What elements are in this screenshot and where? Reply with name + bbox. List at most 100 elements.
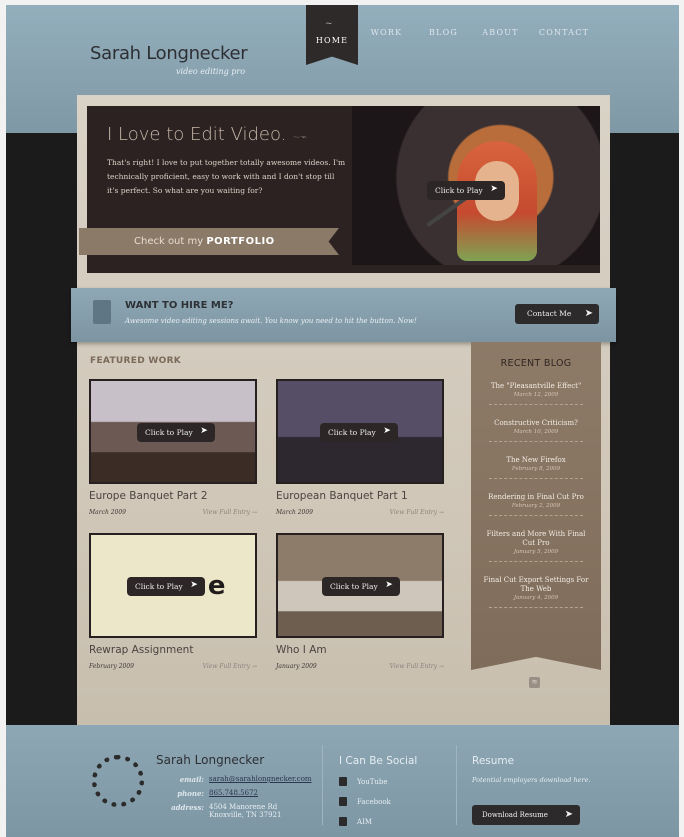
download-label: Download Resume xyxy=(482,811,548,819)
play-button[interactable]: Click to Play ➤ xyxy=(322,577,400,596)
footer: Sarah Longnecker email: sarah@sarahlongne… xyxy=(6,725,679,837)
blog-item-title[interactable]: The New Firefox xyxy=(481,456,591,465)
divider xyxy=(489,441,583,443)
footer-email-row: email: sarah@sarahlongnecker.com xyxy=(156,775,312,784)
portfolio-button[interactable]: Check out my PORTFOLIO xyxy=(79,228,339,255)
footer-address-row: address: 4504 Manorene Rd Knoxville, TN 37… xyxy=(156,803,281,819)
social-aim[interactable]: AIM xyxy=(339,817,372,826)
work-title[interactable]: European Banquet Part 1 xyxy=(276,490,444,502)
work-date: March 2009 xyxy=(276,509,313,516)
play-button[interactable]: Click to Play ➤ xyxy=(127,577,205,596)
work-title[interactable]: Europe Banquet Part 2 xyxy=(89,490,257,502)
blog-title: RECENT BLOG xyxy=(500,358,572,369)
rss-icon[interactable]: ≋ xyxy=(529,677,540,688)
work-meta: February 2009 View Full Entry → xyxy=(89,663,257,670)
arrow-icon: ➤ xyxy=(564,809,573,820)
contact-me-button[interactable]: Contact Me ➤ xyxy=(515,304,599,324)
work-thumbnail[interactable]: rewrap Click to Play➤ xyxy=(89,533,257,638)
nav-home[interactable]: ~ HOME xyxy=(306,5,358,65)
work-thumbnail[interactable]: Click to Play ➤ xyxy=(276,379,444,484)
divider xyxy=(456,745,457,825)
play-arrow-icon: ➤ xyxy=(383,426,391,436)
social-youtube[interactable]: YouTube xyxy=(339,777,388,786)
nav-contact[interactable]: CONTACT xyxy=(529,5,599,59)
hire-title: WANT TO HIRE ME? xyxy=(125,300,234,311)
divider xyxy=(489,515,583,517)
work-title[interactable]: Rewrap Assignment xyxy=(89,644,257,656)
play-arrow-icon: ➤ xyxy=(385,580,393,590)
nav-work[interactable]: WORK xyxy=(358,5,415,59)
work-thumbnail[interactable]: Click to Play ➤ xyxy=(89,379,257,484)
hero-play-button[interactable]: Click to Play ➤ xyxy=(427,181,505,200)
blog-item-date: February 8, 2009 xyxy=(511,466,561,472)
address-line2: Knoxville, TN 37921 xyxy=(209,811,282,819)
hire-bar: WANT TO HIRE ME? Awesome video editing s… xyxy=(71,288,616,342)
download-resume-button[interactable]: Download Resume ➤ xyxy=(472,805,580,825)
blog-item[interactable]: Final Cut Export Settings For The Web Jan… xyxy=(471,576,601,609)
view-full-entry-link[interactable]: View Full Entry → xyxy=(390,663,444,670)
blog-item[interactable]: Filters and More With Final Cut Pro Janua… xyxy=(471,530,601,563)
play-arrow-icon: ➤ xyxy=(490,184,498,194)
page: Sarah Longnecker video editing pro ~ HOME… xyxy=(6,5,679,837)
address-line1: 4504 Manorene Rd xyxy=(209,803,278,811)
work-thumbnail[interactable]: Click to Play ➤ xyxy=(276,533,444,638)
divider xyxy=(489,478,583,480)
social-title: I Can Be Social xyxy=(339,755,418,767)
email-link[interactable]: sarah@sarahlongnecker.com xyxy=(209,775,312,784)
blog-item[interactable]: Rendering in Final Cut Pro February 2, 20… xyxy=(471,493,601,517)
play-arrow-icon: ➤ xyxy=(190,580,198,590)
address-value: 4504 Manorene Rd Knoxville, TN 37921 xyxy=(209,803,281,819)
play-button[interactable]: Click to Play ➤ xyxy=(137,423,215,442)
view-full-entry-link[interactable]: View Full Entry → xyxy=(203,509,257,516)
blog-item[interactable]: Constructive Criticism? March 10, 2009 xyxy=(471,419,601,443)
play-button[interactable]: Click to Play ➤ xyxy=(320,423,398,442)
arrow-icon: ➤ xyxy=(584,308,593,319)
main-content: I Love to Edit Video. ~⌁ That's right! I … xyxy=(71,95,616,725)
blog-item-date: March 10, 2009 xyxy=(513,429,559,435)
social-facebook[interactable]: Facebook xyxy=(339,797,391,806)
divider xyxy=(322,745,323,825)
facebook-icon xyxy=(339,797,347,806)
blog-item-date: February 2, 2009 xyxy=(511,503,561,509)
social-label: AIM xyxy=(357,817,372,826)
brand-tagline: video editing pro xyxy=(176,67,246,76)
play-label: Click to Play xyxy=(435,186,483,195)
divider xyxy=(489,561,583,563)
work-meta: January 2009 View Full Entry → xyxy=(276,663,444,670)
blog-item-title[interactable]: Constructive Criticism? xyxy=(481,419,591,428)
blog-item-title[interactable]: The "Pleasantville Effect" xyxy=(481,382,591,391)
resume-text: Potential employers download here. xyxy=(472,776,591,784)
wreath-logo-icon xyxy=(92,755,144,807)
brand-name[interactable]: Sarah Longnecker xyxy=(90,43,248,64)
blog-item-title[interactable]: Final Cut Export Settings For The Web xyxy=(481,576,591,594)
pencil-icon xyxy=(93,300,111,324)
work-item: Click to Play ➤ European Banquet Part 1 M… xyxy=(276,379,444,516)
work-title[interactable]: Who I Am xyxy=(276,644,444,656)
hire-subtitle: Awesome video editing sessions await. Yo… xyxy=(125,317,417,325)
phone-label: phone: xyxy=(177,789,204,798)
phone-link[interactable]: 865.748.5672 xyxy=(209,789,258,798)
contact-label: Contact Me xyxy=(527,309,572,318)
blog-item-title[interactable]: Filters and More With Final Cut Pro xyxy=(481,530,591,548)
blog-item[interactable]: The "Pleasantville Effect" March 12, 2009 xyxy=(471,382,601,406)
featured-title: FEATURED WORK xyxy=(90,356,182,366)
portfolio-word: PORTFOLIO xyxy=(206,236,275,247)
hero-text: That's right! I love to put together tot… xyxy=(107,158,346,195)
blog-item-title[interactable]: Rendering in Final Cut Pro xyxy=(481,493,591,502)
nav-blog[interactable]: BLOG xyxy=(415,5,472,59)
blog-item[interactable]: The New Firefox February 8, 2009 xyxy=(471,456,601,480)
work-date: February 2009 xyxy=(89,663,134,670)
nav-about[interactable]: ABOUT xyxy=(472,5,529,59)
play-arrow-icon: ➤ xyxy=(200,426,208,436)
address-label: address: xyxy=(171,803,204,812)
youtube-icon xyxy=(339,777,347,786)
resume-title: Resume xyxy=(472,755,515,767)
portfolio-prefix: Check out my xyxy=(134,236,204,247)
view-full-entry-link[interactable]: View Full Entry → xyxy=(203,663,257,670)
recent-blog-ribbon: RECENT BLOG The "Pleasantville Effect" Ma… xyxy=(471,342,601,670)
blog-item-date: January 4, 2009 xyxy=(513,595,559,601)
view-full-entry-link[interactable]: View Full Entry → xyxy=(390,509,444,516)
work-meta: March 2009 View Full Entry → xyxy=(276,509,444,516)
swish-icon: ~⌁ xyxy=(292,132,307,143)
work-date: January 2009 xyxy=(276,663,317,670)
